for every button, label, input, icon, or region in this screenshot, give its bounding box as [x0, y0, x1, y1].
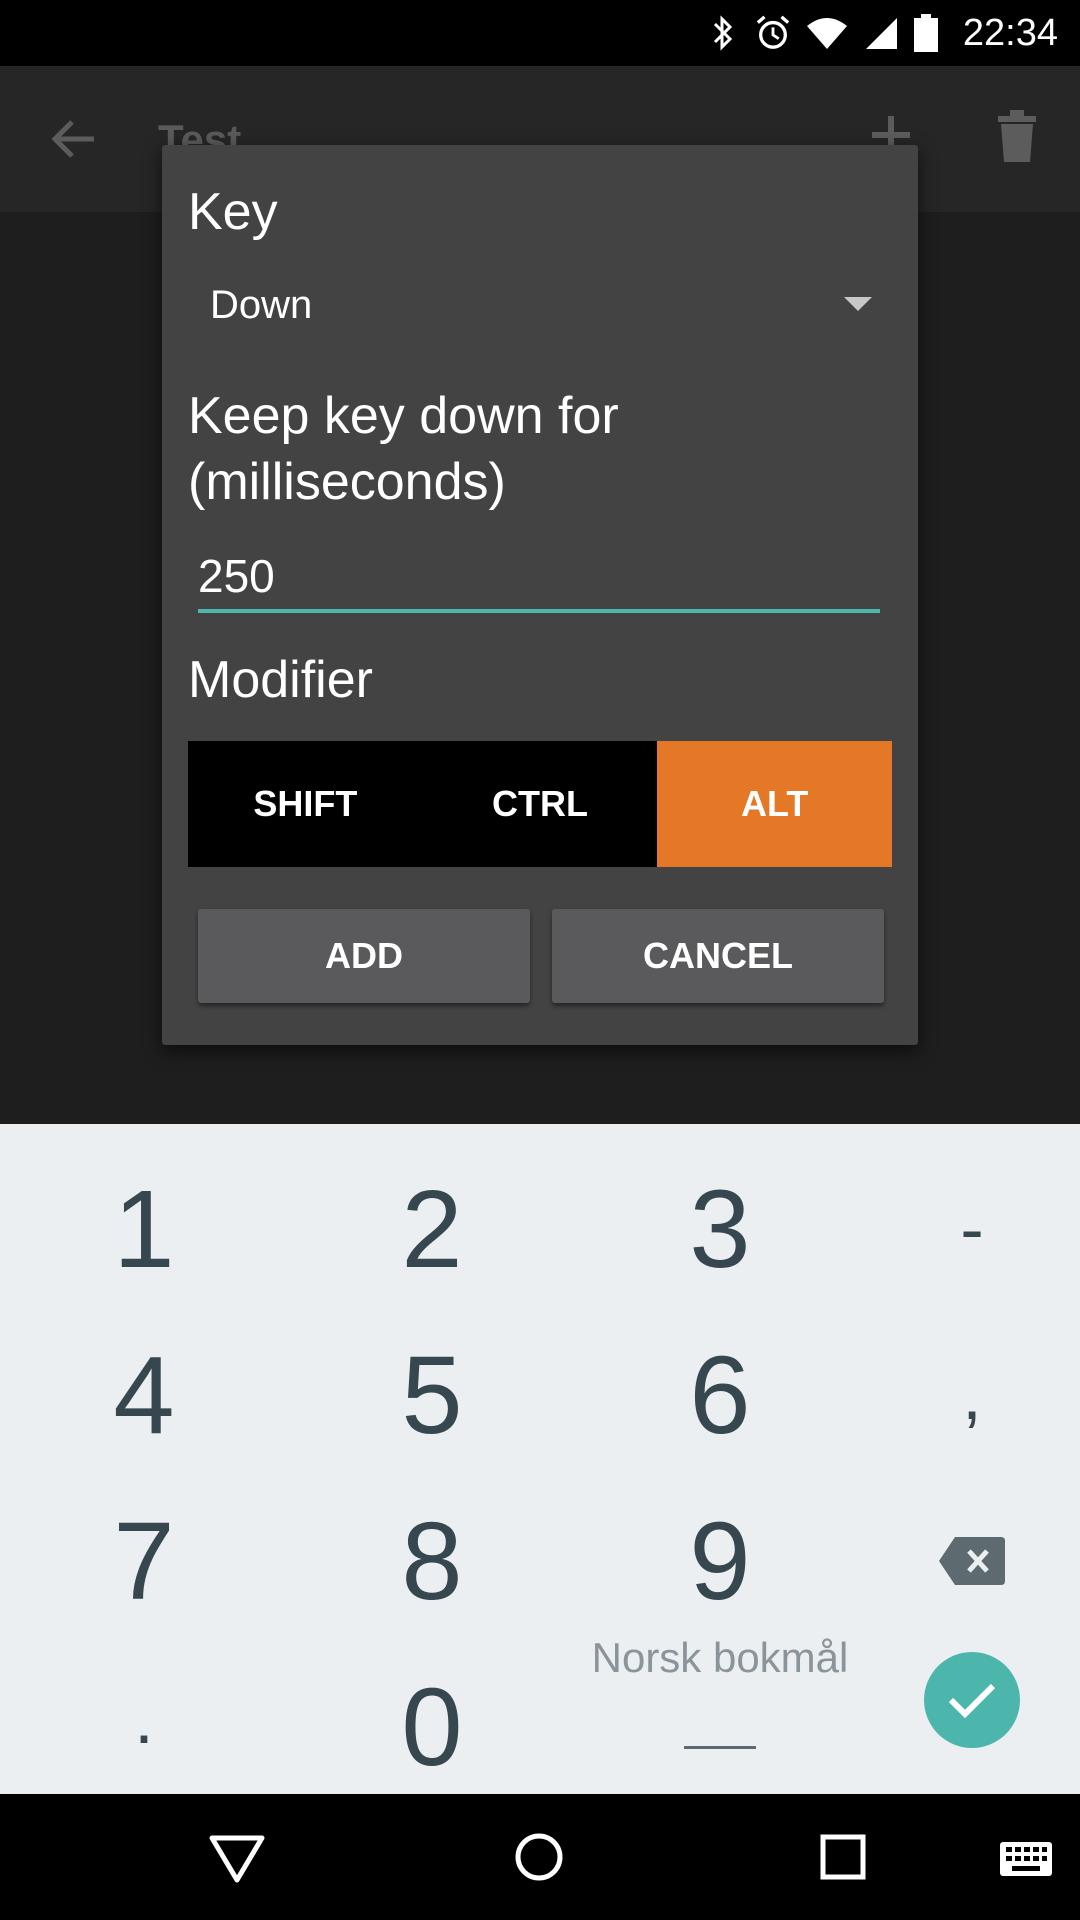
home-circle-icon[interactable]: [506, 1824, 572, 1890]
key-1[interactable]: 1: [44, 1154, 244, 1304]
language-indicator: [684, 1746, 756, 1749]
modifier-label: Modifier: [188, 651, 373, 709]
duration-label: Keep key down for (milliseconds): [188, 383, 619, 515]
key-5[interactable]: 5: [332, 1320, 532, 1470]
backspace-key[interactable]: [872, 1486, 1072, 1636]
back-arrow-icon[interactable]: [48, 114, 98, 164]
duration-input[interactable]: 250: [198, 543, 880, 613]
keyboard-switch-icon[interactable]: [998, 1824, 1058, 1890]
recents-square-icon[interactable]: [810, 1824, 876, 1890]
cancel-button[interactable]: CANCEL: [552, 909, 884, 1003]
dropdown-arrow-icon: [844, 297, 872, 311]
key-3[interactable]: 3: [620, 1154, 820, 1304]
dialog-actions: ADD CANCEL: [198, 909, 884, 1003]
back-triangle-icon[interactable]: [204, 1824, 270, 1890]
battery-icon: [913, 13, 939, 53]
backspace-icon: [939, 1537, 1005, 1585]
enter-key[interactable]: [924, 1652, 1020, 1748]
duration-label-line1: Keep key down for: [188, 387, 619, 445]
key-label: Key: [188, 183, 278, 241]
key-0[interactable]: 0: [332, 1652, 532, 1802]
language-switch[interactable]: Norsk bokmål: [560, 1634, 880, 1714]
numeric-keyboard: 1 2 3 - 4 5 6 , 7 8 9 . 0 Norsk bokmål: [0, 1124, 1080, 1794]
checkmark-icon: [948, 1683, 996, 1719]
alarm-icon: [755, 13, 791, 53]
add-key-dialog: Key Down Keep key down for (milliseconds…: [162, 145, 918, 1045]
ctrl-toggle[interactable]: CTRL: [422, 741, 658, 867]
shift-toggle[interactable]: SHIFT: [188, 741, 423, 867]
key-period[interactable]: .: [44, 1644, 244, 1794]
bluetooth-icon: [705, 13, 741, 53]
key-9[interactable]: 9: [620, 1486, 820, 1636]
key-comma[interactable]: ,: [872, 1320, 1072, 1470]
wifi-icon: [805, 13, 849, 53]
delete-icon[interactable]: [994, 110, 1040, 164]
key-select-value: Down: [210, 283, 313, 327]
key-8[interactable]: 8: [332, 1486, 532, 1636]
duration-input-value: 250: [198, 550, 275, 602]
key-7[interactable]: 7: [44, 1486, 244, 1636]
status-bar: 22:34: [0, 0, 1080, 66]
duration-label-line2: (milliseconds): [188, 453, 506, 511]
clock: 22:34: [962, 11, 1058, 54]
add-button[interactable]: ADD: [198, 909, 530, 1003]
key-4[interactable]: 4: [44, 1320, 244, 1470]
modifier-toggle-group: SHIFT CTRL ALT: [188, 741, 893, 867]
key-minus[interactable]: -: [872, 1154, 1072, 1304]
navigation-bar: [0, 1794, 1080, 1920]
cell-signal-icon: [863, 13, 899, 53]
key-select[interactable]: Down: [188, 265, 894, 345]
key-6[interactable]: 6: [620, 1320, 820, 1470]
key-2[interactable]: 2: [332, 1154, 532, 1304]
alt-toggle[interactable]: ALT: [657, 741, 893, 867]
